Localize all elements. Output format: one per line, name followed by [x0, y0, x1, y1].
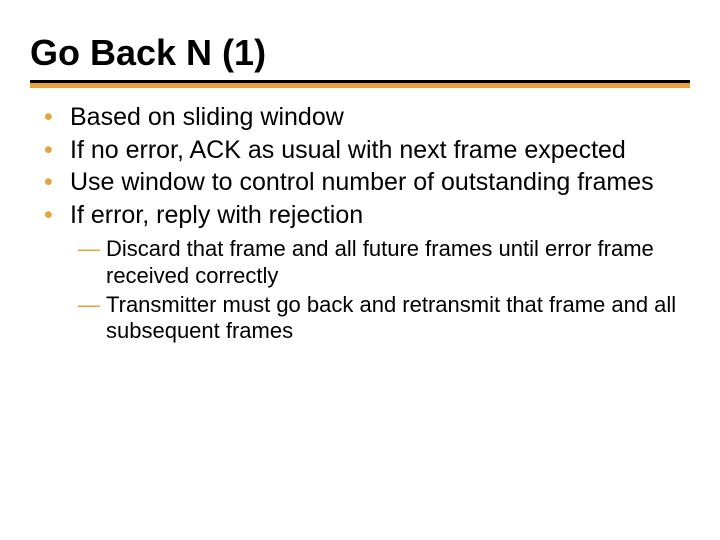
slide-title: Go Back N (1) — [30, 32, 690, 74]
bullet-text: Use window to control number of outstand… — [70, 168, 654, 196]
bullet-item: Use window to control number of outstand… — [44, 167, 690, 198]
sub-bullet-list: Discard that frame and all future frames… — [30, 236, 690, 345]
sub-bullet-item: Discard that frame and all future frames… — [78, 236, 690, 290]
divider-orange — [30, 83, 690, 88]
bullet-item: If no error, ACK as usual with next fram… — [44, 135, 690, 166]
bullet-text: Based on sliding window — [70, 103, 344, 131]
bullet-text: If error, reply with rejection — [70, 201, 363, 229]
sub-bullet-item: Transmitter must go back and retransmit … — [78, 292, 690, 346]
sub-bullet-text: Transmitter must go back and retransmit … — [106, 292, 676, 344]
bullet-item: If error, reply with rejection — [44, 200, 690, 231]
bullet-item: Based on sliding window — [44, 102, 690, 133]
slide: Go Back N (1) Based on sliding window If… — [0, 0, 720, 540]
bullet-list: Based on sliding window If no error, ACK… — [30, 102, 690, 230]
bullet-text: If no error, ACK as usual with next fram… — [70, 136, 626, 164]
sub-bullet-text: Discard that frame and all future frames… — [106, 236, 654, 288]
